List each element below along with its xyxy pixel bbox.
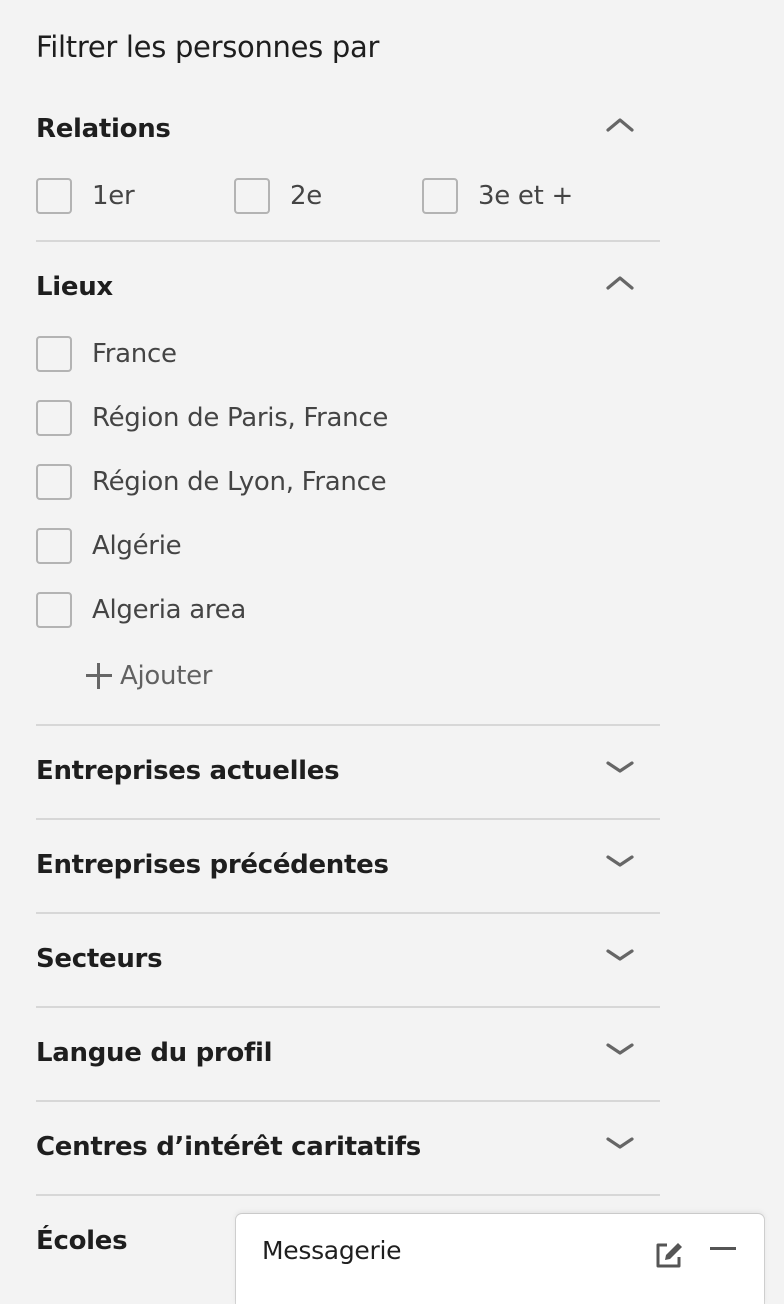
lieux-section-header[interactable]: Lieux	[36, 272, 660, 312]
add-location-label: Ajouter	[120, 661, 213, 691]
checkbox-label: France	[92, 339, 177, 369]
compose-icon[interactable]	[652, 1238, 686, 1272]
checkbox[interactable]	[36, 528, 72, 564]
checkbox[interactable]	[36, 178, 72, 214]
chevron-down-icon[interactable]	[602, 1032, 638, 1068]
location-checkbox-row[interactable]: Région de Lyon, France	[36, 462, 387, 502]
current-companies-section-header[interactable]: Entreprises actuelles	[36, 756, 660, 796]
chevron-up-icon[interactable]	[602, 266, 638, 302]
section-divider	[36, 1100, 660, 1102]
chevron-down-icon[interactable]	[602, 1126, 638, 1162]
location-checkbox-row[interactable]: Algérie	[36, 526, 182, 566]
location-checkbox-row[interactable]: Région de Paris, France	[36, 398, 388, 438]
messaging-bar[interactable]: Messagerie	[236, 1214, 764, 1304]
relations-section-title: Relations	[36, 114, 171, 144]
section-title: Secteurs	[36, 944, 163, 974]
section-divider	[36, 1006, 660, 1008]
relations-section-header[interactable]: Relations	[36, 114, 660, 154]
checkbox-label: Région de Paris, France	[92, 403, 389, 433]
location-checkbox-row[interactable]: Algeria area	[36, 590, 246, 630]
checkbox[interactable]	[36, 592, 72, 628]
lieux-section-title: Lieux	[36, 272, 113, 302]
relation-3rd-plus-checkbox-row[interactable]: 3e et +	[422, 176, 573, 216]
section-title: Langue du profil	[36, 1038, 273, 1068]
checkbox-label: Algeria area	[92, 595, 246, 625]
industries-section-header[interactable]: Secteurs	[36, 944, 660, 984]
section-title: Entreprises précédentes	[36, 850, 389, 880]
section-title: Écoles	[36, 1226, 128, 1256]
plus-icon	[86, 663, 112, 689]
checkbox-label: 1er	[92, 181, 135, 211]
messaging-title[interactable]: Messagerie	[262, 1236, 401, 1265]
location-checkbox-row[interactable]: France	[36, 334, 177, 374]
nonprofit-interests-section-header[interactable]: Centres d’intérêt caritatifs	[36, 1132, 660, 1172]
section-divider	[36, 240, 660, 242]
filter-panel-title: Filtrer les personnes par	[36, 30, 380, 64]
checkbox[interactable]	[234, 178, 270, 214]
section-divider	[36, 818, 660, 820]
checkbox-label: Région de Lyon, France	[92, 467, 387, 497]
checkbox-label: 2e	[290, 181, 322, 211]
add-location-button[interactable]: Ajouter	[86, 656, 212, 696]
checkbox[interactable]	[36, 464, 72, 500]
minimize-icon[interactable]	[706, 1238, 740, 1272]
section-title: Entreprises actuelles	[36, 756, 340, 786]
section-divider	[36, 724, 660, 726]
section-divider	[36, 912, 660, 914]
checkbox[interactable]	[36, 400, 72, 436]
chevron-up-icon[interactable]	[602, 108, 638, 144]
checkbox-label: 3e et +	[478, 181, 573, 211]
past-companies-section-header[interactable]: Entreprises précédentes	[36, 850, 660, 890]
section-title: Centres d’intérêt caritatifs	[36, 1132, 421, 1162]
chevron-down-icon[interactable]	[602, 844, 638, 880]
checkbox[interactable]	[422, 178, 458, 214]
chevron-down-icon[interactable]	[602, 750, 638, 786]
chevron-down-icon[interactable]	[602, 938, 638, 974]
checkbox[interactable]	[36, 336, 72, 372]
section-divider	[36, 1194, 660, 1196]
profile-language-section-header[interactable]: Langue du profil	[36, 1038, 660, 1078]
relation-1st-checkbox-row[interactable]: 1er	[36, 176, 135, 216]
relation-2nd-checkbox-row[interactable]: 2e	[234, 176, 322, 216]
checkbox-label: Algérie	[92, 531, 182, 561]
